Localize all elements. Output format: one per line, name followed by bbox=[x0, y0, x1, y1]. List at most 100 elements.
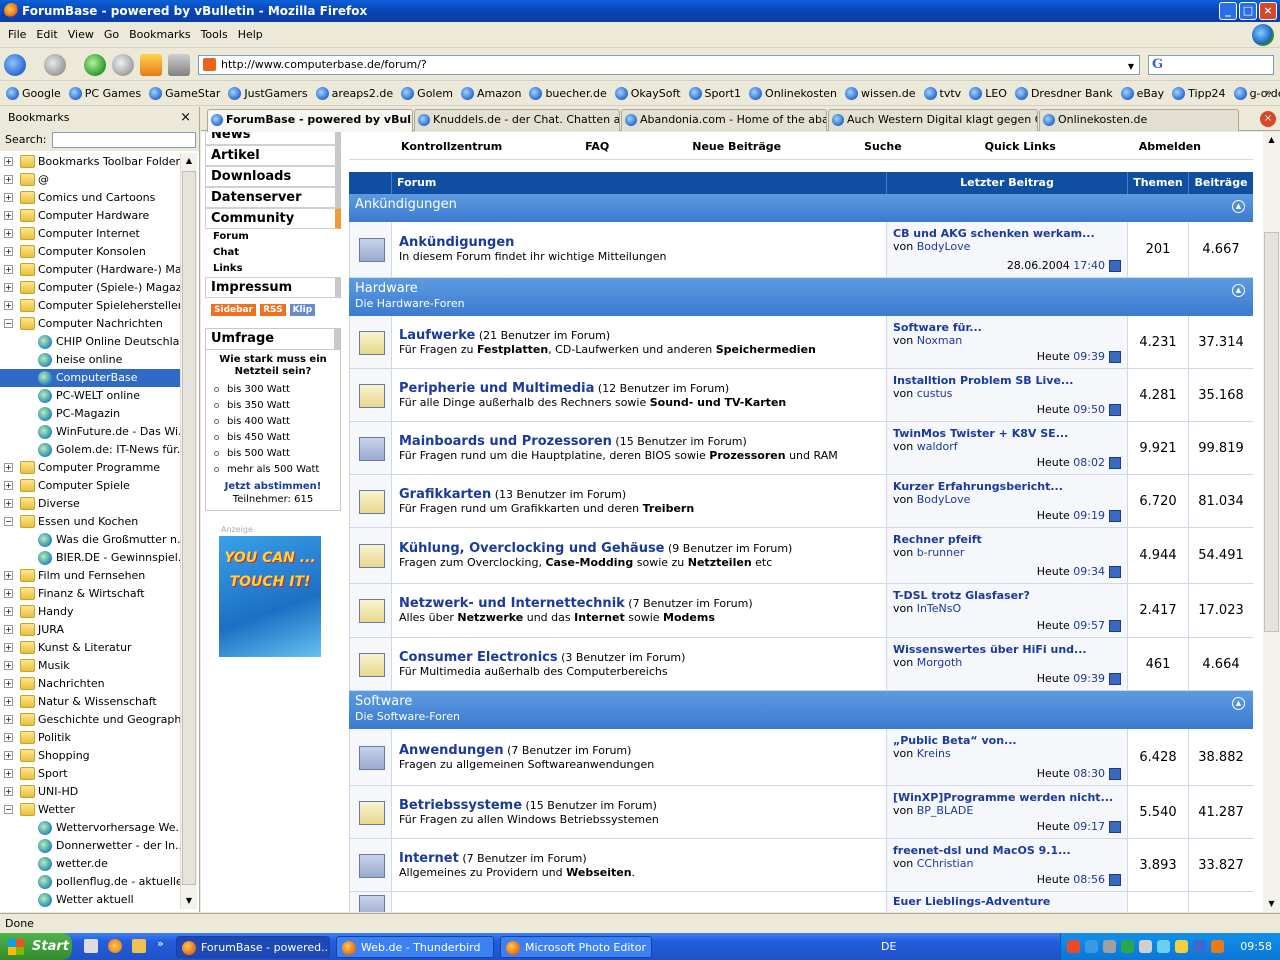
poll-option[interactable]: bis 400 Watt bbox=[206, 414, 340, 430]
last-post-title[interactable]: Installtion Problem SB Live... bbox=[893, 374, 1127, 387]
bookmark-toolbar-item[interactable]: areaps2.de bbox=[315, 87, 393, 100]
language-indicator[interactable]: DE bbox=[881, 933, 896, 960]
tray-icon-8[interactable] bbox=[1193, 940, 1206, 953]
bookmark-tree-item[interactable]: + Politik bbox=[0, 729, 181, 747]
last-post-title[interactable]: „Public Beta“ von... bbox=[893, 734, 1127, 747]
expand-icon[interactable]: + bbox=[4, 283, 13, 292]
bookmark-tree-item[interactable]: + Nachrichten bbox=[0, 675, 181, 693]
go-to-last-post-icon[interactable] bbox=[1109, 404, 1121, 416]
badge-sidebar[interactable]: Sidebar bbox=[211, 304, 257, 316]
bookmark-tree-item[interactable]: + Natur & Wissenschaft bbox=[0, 693, 181, 711]
topnav-item[interactable]: Kontrollzentrum bbox=[401, 140, 502, 153]
go-to-last-post-icon[interactable] bbox=[1109, 510, 1121, 522]
taskbar-task[interactable]: ForumBase - powered... bbox=[176, 936, 330, 958]
bookmark-toolbar-item[interactable]: wissen.de bbox=[845, 87, 916, 100]
author-link[interactable]: BodyLove bbox=[917, 240, 971, 253]
menu-tools[interactable]: Tools bbox=[201, 28, 228, 41]
menu-view[interactable]: View bbox=[68, 28, 94, 41]
radio-icon[interactable] bbox=[214, 434, 219, 440]
expand-icon[interactable]: + bbox=[4, 661, 13, 670]
bookmark-tree-item[interactable]: Wetter aktuell bbox=[0, 891, 181, 909]
nav-datenserver[interactable]: Datenserver bbox=[205, 187, 341, 208]
bookmark-tree-item[interactable]: PC-Magazin bbox=[0, 405, 181, 423]
badge-klip[interactable]: Klip bbox=[289, 304, 316, 316]
menu-help[interactable]: Help bbox=[238, 28, 263, 41]
tray-icon-1[interactable] bbox=[1067, 940, 1080, 953]
author-link[interactable]: InTeNsO bbox=[917, 602, 961, 615]
url-dropdown-icon[interactable]: ▼ bbox=[1125, 58, 1137, 72]
expand-icon[interactable]: + bbox=[4, 787, 13, 796]
stop-button[interactable] bbox=[112, 54, 134, 76]
bookmark-toolbar-item[interactable]: g-o.de bbox=[1233, 87, 1280, 100]
expand-icon[interactable]: + bbox=[4, 157, 13, 166]
minimize-button[interactable]: _ bbox=[1219, 2, 1237, 20]
start-button[interactable]: Start bbox=[0, 933, 72, 960]
collapse-icon[interactable]: − bbox=[4, 319, 13, 328]
expand-icon[interactable]: + bbox=[4, 607, 13, 616]
forum-category[interactable]: Hardware Die Hardware-Foren ▲ bbox=[349, 278, 1253, 316]
advertisement-banner[interactable]: YOU CAN ... TOUCH IT! bbox=[219, 536, 321, 657]
bookmark-toolbar-item[interactable]: buecher.de bbox=[529, 87, 607, 100]
taskbar-task[interactable]: Web.de - Thunderbird bbox=[336, 936, 494, 958]
home-button[interactable] bbox=[140, 54, 162, 76]
forum-link[interactable]: Ankündigungen bbox=[399, 235, 886, 250]
menu-edit[interactable]: Edit bbox=[36, 28, 57, 41]
radio-icon[interactable] bbox=[214, 418, 219, 424]
expand-icon[interactable]: + bbox=[4, 697, 13, 706]
forum-link[interactable]: Anwendungen (7 Benutzer im Forum) bbox=[399, 743, 886, 758]
search-input[interactable]: G bbox=[1148, 55, 1274, 75]
radio-icon[interactable] bbox=[214, 386, 219, 392]
sidebar-scrollbar[interactable]: ▲ ▼ bbox=[180, 153, 197, 909]
nav-sub-links[interactable]: Links bbox=[205, 261, 341, 277]
collapse-icon[interactable]: − bbox=[4, 805, 13, 814]
expand-icon[interactable]: + bbox=[4, 625, 13, 634]
bookmark-toolbar-item[interactable]: Sport1 bbox=[688, 87, 741, 100]
reload-button[interactable] bbox=[84, 54, 106, 76]
bookmark-toolbar-item[interactable]: Dresdner Bank bbox=[1014, 87, 1113, 100]
expand-icon[interactable]: + bbox=[4, 229, 13, 238]
last-post-title[interactable]: CB und AKG schenken werkam... bbox=[893, 227, 1127, 240]
bookmark-toolbar-item[interactable]: Golem bbox=[401, 87, 453, 100]
topnav-item[interactable]: Quick Links bbox=[985, 140, 1056, 153]
badge-rss[interactable]: RSS bbox=[260, 304, 286, 316]
author-link[interactable]: b-runner bbox=[917, 546, 965, 559]
collapse-category-icon[interactable]: ▲ bbox=[1232, 284, 1245, 297]
forum-link[interactable]: Betriebssysteme (15 Benutzer im Forum) bbox=[399, 798, 886, 813]
forum-link[interactable]: Kühlung, Overclocking und Gehäuse (9 Ben… bbox=[399, 541, 886, 556]
collapse-category-icon[interactable]: ▲ bbox=[1232, 200, 1245, 213]
bookmark-tree-item[interactable]: + Computer (Spiele-) Magazine bbox=[0, 279, 181, 297]
nav-downloads[interactable]: Downloads bbox=[205, 166, 341, 187]
bookmark-tree-item[interactable]: ComputerBase bbox=[0, 369, 181, 387]
tab[interactable]: Onlinekosten.de bbox=[1039, 109, 1239, 131]
bookmark-tree-item[interactable]: + Computer Konsolen bbox=[0, 243, 181, 261]
expand-icon[interactable]: + bbox=[4, 211, 13, 220]
poll-option[interactable]: mehr als 500 Watt bbox=[206, 462, 340, 478]
bookmark-tree-item[interactable]: − Computer Nachrichten bbox=[0, 315, 181, 333]
page-scroll-down-icon[interactable]: ▼ bbox=[1264, 896, 1279, 912]
bookmark-toolbar-item[interactable]: Onlinekosten bbox=[749, 87, 837, 100]
bookmark-tree-item[interactable]: Was die Großmutter n... bbox=[0, 531, 181, 549]
nav-community[interactable]: Community bbox=[205, 208, 341, 229]
tray-icon-3[interactable] bbox=[1103, 940, 1116, 953]
radio-icon[interactable] bbox=[214, 450, 219, 456]
bookmark-tree-item[interactable]: + Computer Hardware bbox=[0, 207, 181, 225]
bookmark-tree-item[interactable]: + UNI-HD bbox=[0, 783, 181, 801]
bookmark-toolbar-item[interactable]: LEO bbox=[969, 87, 1007, 100]
show-desktop-icon[interactable] bbox=[84, 939, 98, 953]
poll-vote-link[interactable]: Jetzt abstimmen! bbox=[206, 480, 340, 493]
bookmark-tree-item[interactable]: + Diverse bbox=[0, 495, 181, 513]
poll-option[interactable]: bis 450 Watt bbox=[206, 430, 340, 446]
topnav-item[interactable]: Neue Beiträge bbox=[692, 140, 781, 153]
bookmark-tree-item[interactable]: + Finanz & Wirtschaft bbox=[0, 585, 181, 603]
tab[interactable]: Knuddels.de - der Chat. Chatten a... bbox=[414, 109, 620, 131]
scroll-down-icon[interactable]: ▼ bbox=[182, 893, 196, 909]
bookmark-tree-item[interactable]: + Computer Spielehersteller bbox=[0, 297, 181, 315]
bookmark-tree-item[interactable]: BIER.DE - Gewinnspiel... bbox=[0, 549, 181, 567]
poll-option[interactable]: bis 500 Watt bbox=[206, 446, 340, 462]
forum-link[interactable]: Consumer Electronics (3 Benutzer im Foru… bbox=[399, 650, 886, 665]
bookmark-tree-item[interactable]: + Computer Spiele bbox=[0, 477, 181, 495]
bookmark-toolbar-item[interactable]: JustGamers bbox=[228, 87, 308, 100]
expand-icon[interactable]: + bbox=[4, 193, 13, 202]
volume-icon[interactable] bbox=[1139, 940, 1152, 953]
back-button[interactable] bbox=[4, 54, 26, 76]
